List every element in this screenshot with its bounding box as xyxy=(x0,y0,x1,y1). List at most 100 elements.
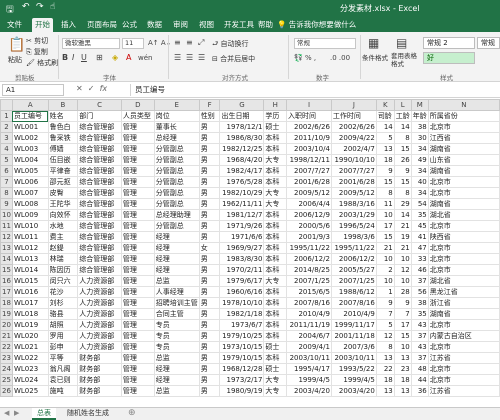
data-cell[interactable]: 1998/3/6 xyxy=(330,231,377,243)
data-cell[interactable]: 2004/6/7 xyxy=(286,330,332,342)
data-cell[interactable]: 38 xyxy=(410,121,429,133)
data-cell[interactable]: 大专 xyxy=(263,275,288,287)
data-cell[interactable]: 女 xyxy=(198,242,221,254)
column-header[interactable]: M xyxy=(410,99,429,111)
data-cell[interactable]: 2007/7/27 xyxy=(286,165,332,177)
data-cell[interactable]: 1999/11/17 xyxy=(330,319,377,331)
data-cell[interactable]: 15 xyxy=(393,176,412,188)
data-cell[interactable]: 15 xyxy=(393,330,412,342)
data-cell[interactable]: 37 xyxy=(410,352,429,364)
undo-icon[interactable]: ↶ xyxy=(22,2,30,12)
align-center-icon[interactable]: ☰ xyxy=(186,53,193,63)
tell-me-search[interactable]: 💡 告诉我你想要做什么 xyxy=(277,18,356,31)
data-cell[interactable]: 皮臀 xyxy=(47,187,79,199)
header-cell[interactable]: 司龄 xyxy=(375,110,395,122)
row-header[interactable]: 22 xyxy=(0,341,13,353)
align-middle-icon[interactable]: ≡ xyxy=(186,38,193,48)
header-cell[interactable]: 学历 xyxy=(263,110,288,122)
data-cell[interactable]: 男 xyxy=(198,330,221,342)
sheet-tab-main[interactable]: 总表 xyxy=(32,408,56,420)
paste-icon[interactable]: 📋 xyxy=(8,38,25,52)
data-cell[interactable]: 向效怀 xyxy=(47,209,79,221)
data-cell[interactable]: 人事经理 xyxy=(153,286,200,298)
data-cell[interactable]: 1988/3/16 xyxy=(330,198,377,210)
data-cell[interactable]: WL023 xyxy=(11,363,49,375)
data-cell[interactable]: 管理 xyxy=(120,242,155,254)
data-cell[interactable]: 胡照 xyxy=(47,319,79,331)
data-cell[interactable]: 平律奋 xyxy=(47,165,79,177)
tab-data[interactable]: 数据 xyxy=(144,18,165,32)
column-header[interactable]: F xyxy=(198,99,221,111)
data-cell[interactable]: 黑龙江省 xyxy=(427,286,500,298)
data-cell[interactable]: 管理 xyxy=(120,176,155,188)
data-cell[interactable]: 管理 xyxy=(120,308,155,320)
tab-review[interactable]: 审阅 xyxy=(170,18,191,32)
align-right-icon[interactable]: ☰ xyxy=(198,53,205,63)
data-cell[interactable]: 男 xyxy=(198,209,221,221)
data-cell[interactable]: 9 xyxy=(393,165,412,177)
data-cell[interactable]: 花沙 xyxy=(47,286,79,298)
merge-center-button[interactable]: ⊟ 合并后居中 xyxy=(212,54,255,64)
data-cell[interactable]: 47 xyxy=(410,242,429,254)
data-cell[interactable]: 专员 xyxy=(153,330,200,342)
data-cell[interactable]: 2007/3/6 xyxy=(330,341,377,353)
header-cell[interactable]: 工龄 xyxy=(393,110,412,122)
data-cell[interactable]: 21 xyxy=(393,220,412,232)
conditional-format-button[interactable]: 条件格式 xyxy=(362,52,388,62)
data-cell[interactable]: 男 xyxy=(198,374,221,386)
redo-icon[interactable]: ↷ xyxy=(36,2,44,12)
data-cell[interactable]: 彭申 xyxy=(47,341,79,353)
data-cell[interactable]: 1 xyxy=(375,286,395,298)
add-sheet-icon[interactable]: ⊕ xyxy=(128,408,136,418)
tab-help[interactable]: 帮助 xyxy=(255,18,276,32)
data-cell[interactable]: 1960/6/16 xyxy=(219,286,265,298)
data-cell[interactable]: 1982/12/25 xyxy=(219,143,265,155)
data-cell[interactable]: 56 xyxy=(410,286,429,298)
data-cell[interactable]: 综合管理部 xyxy=(77,220,122,232)
data-cell[interactable]: 男 xyxy=(198,121,221,133)
data-cell[interactable]: 男 xyxy=(198,187,221,199)
data-cell[interactable]: 10 xyxy=(393,341,412,353)
data-cell[interactable]: 专员 xyxy=(153,319,200,331)
data-cell[interactable]: 2014/8/25 xyxy=(286,264,332,276)
data-cell[interactable]: 湖南省 xyxy=(427,198,500,210)
data-cell[interactable]: 男 xyxy=(198,275,221,287)
data-cell[interactable]: 硕士 xyxy=(263,341,288,353)
data-cell[interactable]: 北京市 xyxy=(427,363,500,375)
row-header[interactable]: 15 xyxy=(0,264,13,276)
data-cell[interactable]: 8 xyxy=(375,187,395,199)
data-cell[interactable]: WL016 xyxy=(11,286,49,298)
data-cell[interactable]: 7 xyxy=(375,308,395,320)
data-cell[interactable]: 2015/6/5 xyxy=(286,286,332,298)
data-cell[interactable]: 江西省 xyxy=(427,132,500,144)
header-cell[interactable]: 人员类型 xyxy=(120,110,155,122)
data-cell[interactable]: 本科 xyxy=(263,220,288,232)
row-header[interactable]: 2 xyxy=(0,121,13,133)
data-cell[interactable]: 2009/5/12 xyxy=(286,187,332,199)
style-normal2[interactable]: 常规 2 xyxy=(423,37,475,49)
row-header[interactable]: 11 xyxy=(0,220,13,232)
data-cell[interactable]: 54 xyxy=(410,198,429,210)
data-cell[interactable]: 10 xyxy=(375,209,395,221)
column-header[interactable]: I xyxy=(286,99,332,111)
formula-icons[interactable]: ✕ ✓ fx xyxy=(76,84,107,93)
data-cell[interactable]: 林瑞 xyxy=(47,253,79,265)
enter-icon[interactable]: ✓ xyxy=(88,84,95,93)
tab-insert[interactable]: 插入 xyxy=(58,18,79,32)
data-cell[interactable]: 男 xyxy=(198,253,221,265)
data-cell[interactable]: 管理 xyxy=(120,319,155,331)
column-header[interactable]: K xyxy=(375,99,395,111)
data-cell[interactable]: WL007 xyxy=(11,187,49,199)
data-cell[interactable]: 13 xyxy=(393,385,412,397)
data-cell[interactable]: 男 xyxy=(198,286,221,298)
data-cell[interactable]: 北京市 xyxy=(427,264,500,276)
data-cell[interactable]: 26 xyxy=(393,154,412,166)
data-cell[interactable]: 本科 xyxy=(263,352,288,364)
data-cell[interactable]: 管理 xyxy=(120,253,155,265)
data-cell[interactable]: 翁凡阁 xyxy=(47,363,79,375)
data-cell[interactable]: 湖南省 xyxy=(427,165,500,177)
header-cell[interactable]: 员工编号 xyxy=(11,110,49,122)
data-cell[interactable]: 18 xyxy=(375,154,395,166)
data-cell[interactable]: 2011/10/9 xyxy=(286,132,332,144)
data-cell[interactable]: 33 xyxy=(410,253,429,265)
